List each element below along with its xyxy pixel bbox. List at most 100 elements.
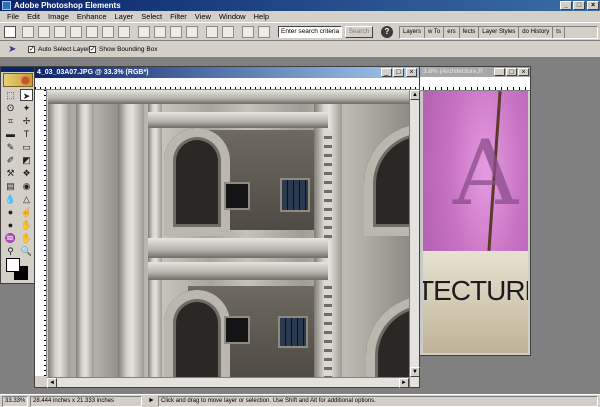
browse-icon[interactable]	[54, 26, 66, 38]
menu-layer[interactable]: Layer	[111, 11, 138, 22]
stamp-tool-icon[interactable]: ⚒	[4, 167, 17, 179]
vertical-scrollbar[interactable]: ▲ ▼	[409, 90, 420, 387]
doc2-maximize-button[interactable]: □	[506, 68, 517, 76]
brush-tool-icon[interactable]: ✎	[4, 141, 17, 153]
menu-file[interactable]: File	[3, 11, 23, 22]
crop-alt-tool-icon[interactable]: ✢	[20, 115, 33, 127]
doc2-minimize-button[interactable]: _	[494, 68, 505, 76]
doc1-close-button[interactable]: ×	[406, 68, 417, 77]
elements-logo[interactable]	[3, 73, 33, 87]
palette-tab-layers[interactable]: Layers	[400, 27, 426, 38]
window-pane	[280, 178, 310, 212]
crop-tool-icon[interactable]: ⌗	[4, 115, 17, 127]
close-button[interactable]: ×	[587, 1, 599, 10]
save-icon[interactable]	[70, 26, 82, 38]
print-preview-icon[interactable]	[118, 26, 130, 38]
magic-wand-tool-icon[interactable]: ✦	[20, 102, 33, 114]
blur-tool-icon[interactable]: 💧	[4, 193, 17, 205]
step-backward-icon[interactable]	[206, 26, 218, 38]
foreground-color-swatch[interactable]	[6, 258, 20, 272]
eyedropper-tool-icon[interactable]: ♒	[4, 232, 17, 244]
gradient-tool-icon[interactable]: ▤	[4, 180, 17, 192]
save-web-icon[interactable]	[86, 26, 98, 38]
smudge-tool-icon[interactable]: ☝	[20, 206, 33, 218]
dodge-tool-icon[interactable]: ●	[4, 219, 17, 231]
resize-icon[interactable]	[258, 26, 270, 38]
new-file-icon[interactable]	[22, 26, 34, 38]
palette-tab-hints[interactable]: ts	[553, 27, 565, 38]
auto-select-checkbox[interactable]: ✓	[28, 46, 35, 53]
menu-image[interactable]: Image	[44, 11, 73, 22]
palette-tab-how-to[interactable]: w To	[425, 27, 445, 38]
burn-tool-icon[interactable]: ✋	[20, 219, 33, 231]
document-window-main[interactable]: 4_03_03A07.JPG @ 33.3% (RGB*) _ □ × ▲ ▼	[34, 66, 420, 388]
arch	[164, 290, 230, 377]
red-eye-tool-icon[interactable]: ◉	[20, 180, 33, 192]
palette-tab-filters[interactable]: ers	[444, 27, 460, 38]
arch	[366, 296, 410, 377]
sharpen-tool-icon[interactable]: △	[20, 193, 33, 205]
document-title-main[interactable]: 4_03_03A07.JPG @ 33.3% (RGB*)	[35, 67, 419, 78]
type-tool-icon[interactable]: T	[20, 128, 33, 140]
hand-tool-icon[interactable]: ✋	[20, 232, 33, 244]
app-title-bar[interactable]: Adobe Photoshop Elements _ □ ×	[0, 0, 600, 11]
photo-canvas[interactable]	[48, 90, 410, 377]
menu-view[interactable]: View	[191, 11, 215, 22]
photo-icon[interactable]	[186, 26, 198, 38]
palette-tab-undo-history[interactable]: do History	[519, 27, 554, 38]
toolbox-header[interactable]	[1, 67, 34, 72]
palette-tab-effects[interactable]: fects	[459, 27, 480, 38]
menu-help[interactable]: Help	[250, 11, 273, 22]
online-services-icon[interactable]	[154, 26, 166, 38]
scroll-left-button[interactable]: ◄	[47, 378, 57, 388]
cornice	[148, 262, 328, 280]
cornice	[148, 238, 328, 258]
help-icon[interactable]: ?	[381, 26, 393, 38]
menu-enhance[interactable]: Enhance	[73, 11, 111, 22]
vertical-ruler	[35, 90, 47, 376]
pattern-tool-icon[interactable]: ❖	[20, 167, 33, 179]
menu-filter[interactable]: Filter	[166, 11, 191, 22]
status-arrow-icon[interactable]: ►	[148, 397, 155, 404]
step-forward-icon[interactable]	[222, 26, 234, 38]
zoom-tool-icon[interactable]: ⚲	[4, 245, 17, 257]
scroll-down-button[interactable]: ▼	[410, 367, 420, 377]
shortcuts-bar: Enter search criteria Search ? Layers w …	[0, 22, 600, 41]
document-window-architecture[interactable]: 3.8% (Architecture,R _ □ × A TECTURE	[416, 66, 531, 356]
architecture-canvas[interactable]: A TECTURE	[423, 91, 528, 353]
print-icon[interactable]	[102, 26, 114, 38]
magnify-tool-icon[interactable]: 🔍	[20, 245, 33, 257]
bucket-tool-icon[interactable]: ◩	[20, 154, 33, 166]
doc2-close-button[interactable]: ×	[518, 68, 529, 76]
search-button[interactable]: Search	[345, 26, 373, 38]
attach-icon[interactable]	[170, 26, 182, 38]
architecture-text: TECTURE	[423, 275, 528, 306]
minimize-button[interactable]: _	[560, 1, 572, 10]
email-icon[interactable]	[138, 26, 150, 38]
maximize-button[interactable]: □	[573, 1, 585, 10]
shape-tool-icon[interactable]: ▬	[4, 128, 17, 140]
zoom-level[interactable]: 33.33%	[2, 396, 28, 407]
scroll-up-button[interactable]: ▲	[410, 90, 420, 100]
move-tool-icon[interactable]: ➤	[8, 44, 16, 55]
sponge-tool-icon[interactable]: ●	[4, 206, 17, 218]
menu-select[interactable]: Select	[137, 11, 166, 22]
palette-tab-layer-styles[interactable]: Layer Styles	[479, 27, 520, 38]
search-input[interactable]: Enter search criteria	[278, 26, 342, 38]
marquee-tool-icon[interactable]: ⬚	[4, 89, 17, 101]
open-icon[interactable]	[38, 26, 50, 38]
menu-edit[interactable]: Edit	[23, 11, 44, 22]
pencil-tool-icon[interactable]: ✐	[4, 154, 17, 166]
doc1-minimize-button[interactable]: _	[381, 68, 392, 77]
bounding-box-checkbox[interactable]: ✓	[89, 46, 96, 53]
scroll-right-button[interactable]: ►	[399, 378, 409, 388]
quick-fix-icon[interactable]	[242, 26, 254, 38]
new-icon[interactable]	[4, 26, 16, 38]
lasso-tool-icon[interactable]: ʘ	[4, 102, 17, 114]
arch	[164, 128, 230, 236]
eraser-tool-icon[interactable]: ▭	[20, 141, 33, 153]
move-tool-icon[interactable]: ➤	[20, 89, 33, 101]
menu-window[interactable]: Window	[215, 11, 250, 22]
doc1-maximize-button[interactable]: □	[393, 68, 404, 77]
horizontal-scrollbar[interactable]: ◄ ►	[47, 377, 409, 388]
